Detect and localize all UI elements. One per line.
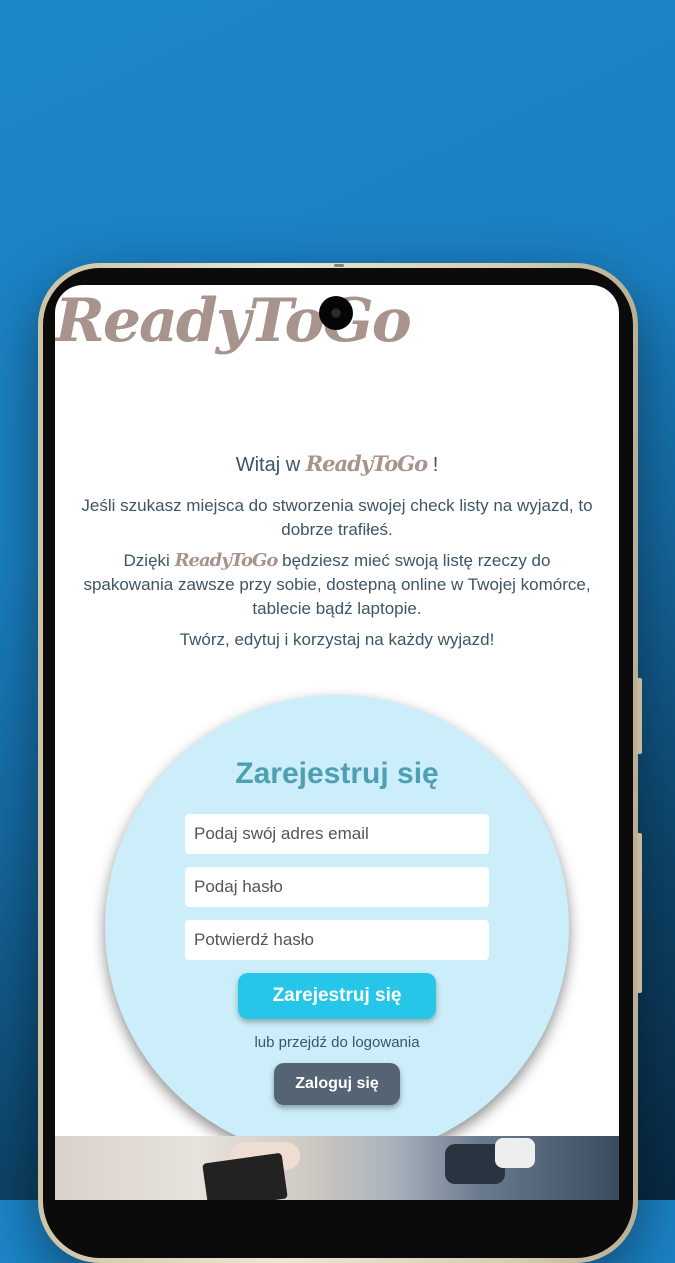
paragraph-2-prefix: Dzięki [123, 551, 170, 570]
intro-paragraph-1: Jeśli szukasz miejsca do stworzenia swoj… [81, 496, 593, 539]
paragraph-2-brand: ReadyToGo [174, 550, 279, 571]
email-field[interactable] [185, 814, 489, 854]
speaker-grille [334, 264, 344, 267]
password-field[interactable] [185, 867, 489, 907]
login-hint-text: lub przejdź do logowania [254, 1034, 420, 1051]
phone-screen: ReadyToGo Witaj w ReadyToGo ! Jeśli szuk… [55, 285, 619, 1200]
welcome-prefix: Witaj w [235, 454, 301, 476]
volume-button [637, 678, 642, 754]
login-button[interactable]: Zaloguj się [274, 1063, 400, 1105]
tablet-shape [202, 1152, 288, 1200]
register-button[interactable]: Zarejestruj się [238, 973, 436, 1019]
power-button [637, 833, 642, 993]
app-logo[interactable]: ReadyToGo [55, 291, 412, 351]
footer-photo [55, 1136, 619, 1200]
welcome-brand: ReadyToGo [305, 451, 428, 476]
confirm-password-field[interactable] [185, 920, 489, 960]
intro-paragraph-3: Twórz, edytuj i korzystaj na każdy wyjaz… [179, 630, 495, 649]
welcome-heading: Witaj w ReadyToGo ! [55, 451, 619, 477]
intro-paragraph-2: Dzięki ReadyToGo będziesz mieć swoją lis… [77, 549, 597, 621]
welcome-suffix: ! [432, 454, 439, 476]
register-title: Zarejestruj się [235, 757, 439, 790]
sneaker-shape [495, 1138, 535, 1168]
front-camera-icon [319, 296, 353, 330]
